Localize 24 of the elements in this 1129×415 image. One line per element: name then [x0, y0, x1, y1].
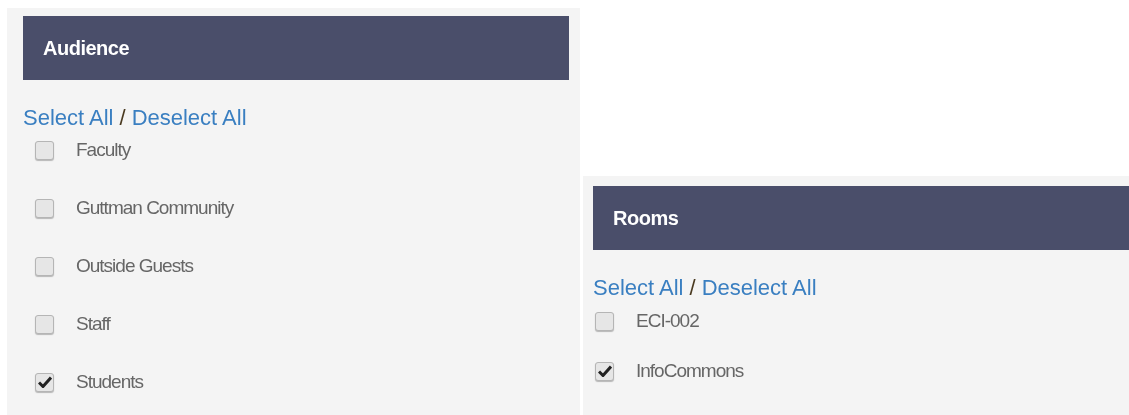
checkbox-label: Staff [76, 311, 110, 336]
checkbox[interactable] [35, 256, 54, 276]
checkbox-label: ECI-002 [636, 308, 699, 333]
checkbox-label: Outside Guests [76, 253, 193, 278]
panel-title: Audience [43, 36, 130, 61]
select-all-link[interactable]: Select All [23, 100, 114, 134]
checkbox[interactable] [595, 361, 614, 381]
deselect-all-link[interactable]: Deselect All [701, 270, 817, 304]
checkbox[interactable] [35, 314, 54, 334]
checkbox-label: Faculty [76, 137, 131, 162]
checkbox-label: InfoCommons [636, 358, 744, 383]
select-all-link[interactable]: Select All [593, 270, 684, 304]
panel-title: Rooms [613, 206, 679, 231]
checkbox[interactable] [595, 311, 614, 331]
separator: / [689, 273, 696, 302]
check-icon [37, 376, 52, 388]
checkbox[interactable] [35, 198, 54, 218]
separator: / [119, 103, 126, 132]
checkbox-label: Students [76, 369, 143, 394]
checkbox-label: Guttman Community [76, 195, 234, 220]
deselect-all-link[interactable]: Deselect All [131, 100, 247, 134]
checkbox[interactable] [35, 372, 54, 392]
check-icon [597, 365, 612, 377]
checkbox[interactable] [35, 140, 54, 160]
